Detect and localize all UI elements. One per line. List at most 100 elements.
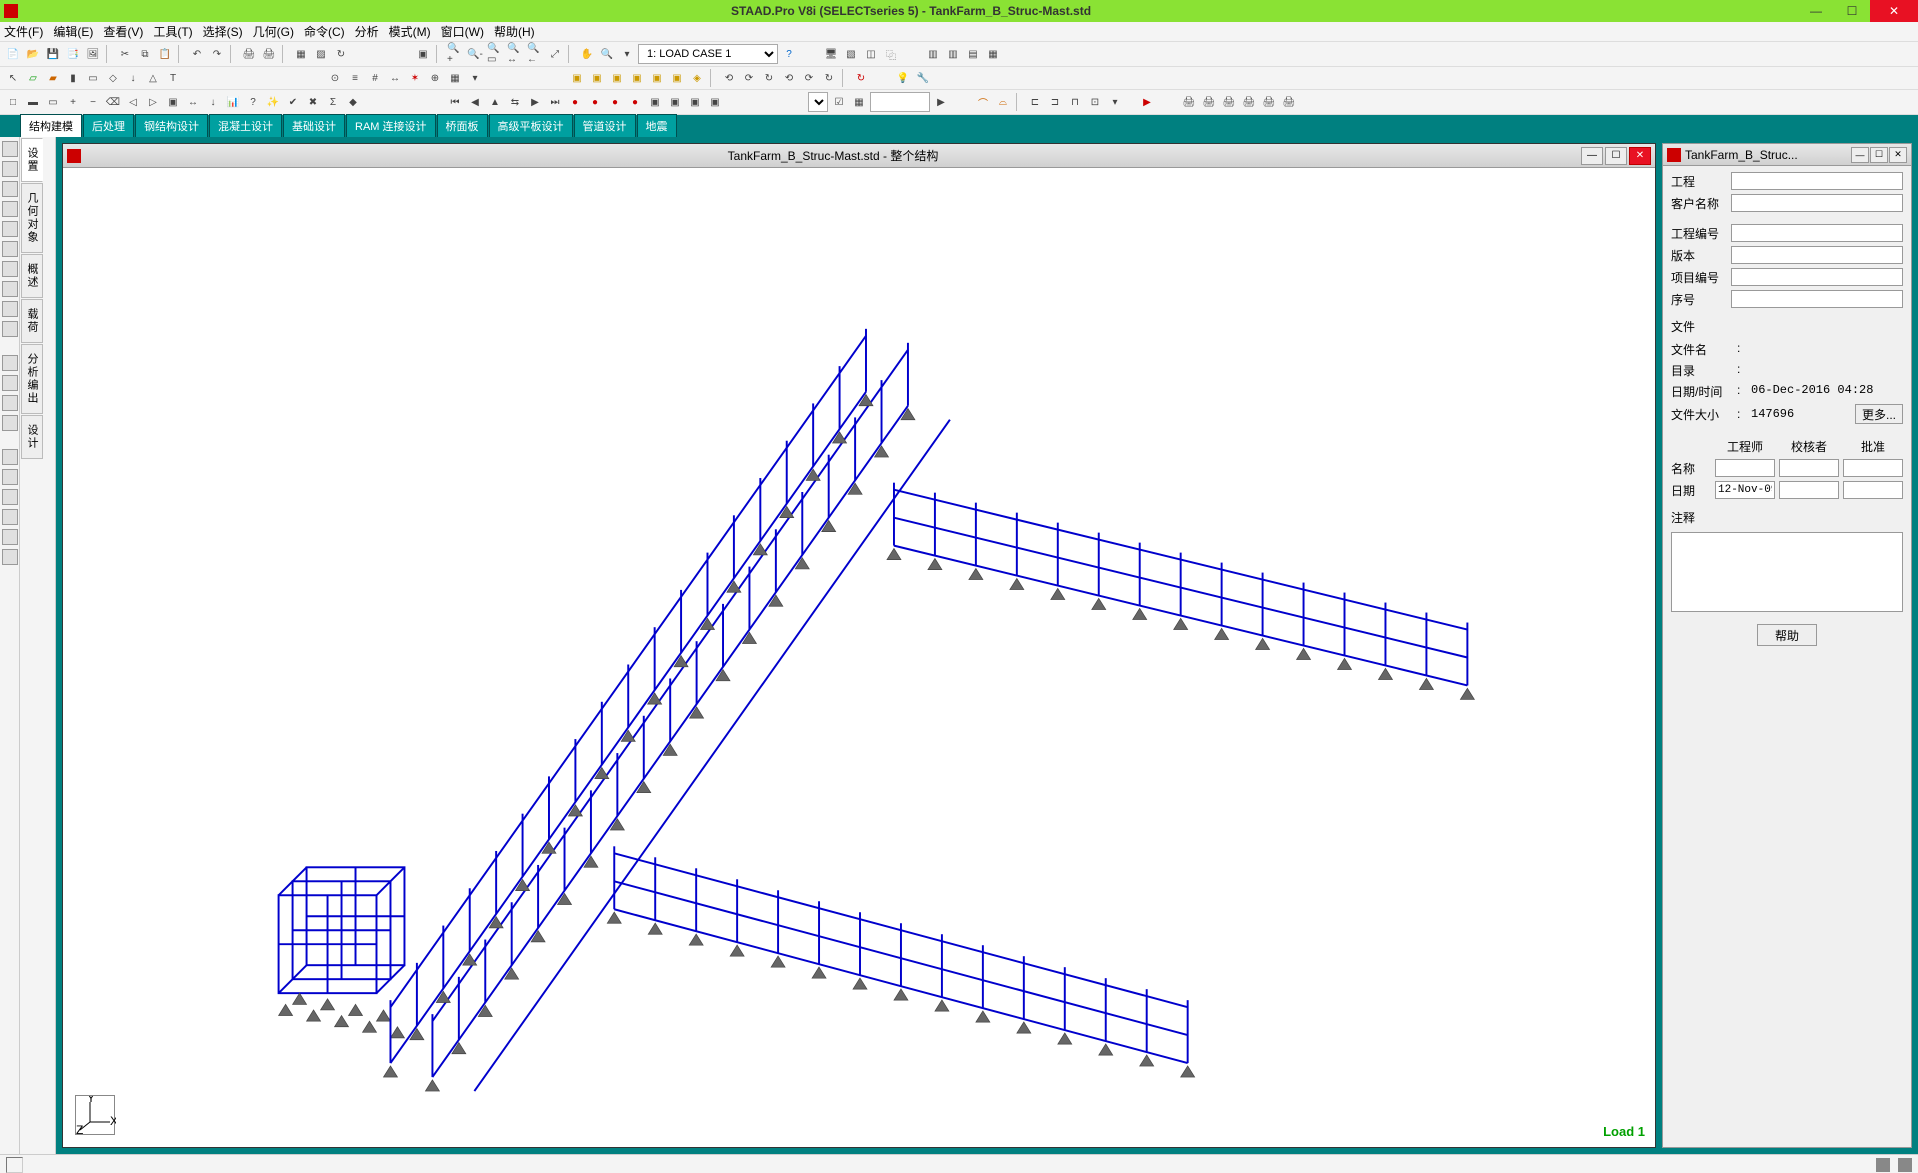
printpict-icon[interactable]: 🖨 <box>260 45 278 63</box>
ltool-11-icon[interactable] <box>2 355 18 371</box>
sections-icon[interactable]: # <box>366 69 384 87</box>
screen-icon[interactable]: 🖥 <box>822 45 840 63</box>
input-app-date[interactable] <box>1843 481 1903 499</box>
cross-icon[interactable]: ✖ <box>304 93 322 111</box>
select-all-icon[interactable]: ▣ <box>164 93 182 111</box>
menu-file[interactable]: 文件(F) <box>4 23 43 40</box>
status-icon-1[interactable] <box>1876 1158 1890 1172</box>
dropdown2-icon[interactable]: ▾ <box>466 69 484 87</box>
input-chk-name[interactable] <box>1779 459 1839 477</box>
rotate-icon[interactable]: ↻ <box>332 45 350 63</box>
symbols-plate-icon[interactable]: ▭ <box>44 93 62 111</box>
menu-window[interactable]: 窗口(W) <box>441 23 484 40</box>
select-range-icon[interactable]: ↔ <box>184 93 202 111</box>
seq-mode4-icon[interactable]: ▣ <box>706 93 724 111</box>
ltool-10-icon[interactable] <box>2 321 18 337</box>
menu-geometry[interactable]: 几何(G) <box>253 23 294 40</box>
render-icon[interactable]: ▧ <box>842 45 860 63</box>
menu-view[interactable]: 查看(V) <box>103 23 143 40</box>
symbols-node-icon[interactable]: □ <box>4 93 22 111</box>
node-label-icon[interactable]: ⊙ <box>326 69 344 87</box>
seq-mode1-icon[interactable]: ▣ <box>646 93 664 111</box>
view-front-icon[interactable]: ▣ <box>568 69 586 87</box>
zoom-window-icon[interactable]: 🔍▭ <box>486 45 504 63</box>
plate-cursor-icon[interactable]: ▰ <box>44 69 62 87</box>
small-input[interactable] <box>870 92 930 112</box>
ltool-18-icon[interactable] <box>2 509 18 525</box>
seq-l4-icon[interactable]: ● <box>626 93 644 111</box>
panel-close-button[interactable]: ✕ <box>1889 147 1907 163</box>
view-iso-icon[interactable]: ◈ <box>688 69 706 87</box>
picture-icon[interactable]: 🖼 <box>84 45 102 63</box>
view-left-icon[interactable]: ▣ <box>608 69 626 87</box>
model-maximize-button[interactable]: ☐ <box>1605 147 1627 165</box>
seq-l2-icon[interactable]: ● <box>586 93 604 111</box>
support-cursor-icon[interactable]: △ <box>144 69 162 87</box>
menu-analysis[interactable]: 分析 <box>355 23 379 40</box>
extra1-icon[interactable]: ◆ <box>344 93 362 111</box>
view3-icon[interactable]: ▦ <box>984 45 1002 63</box>
zoom-extents-icon[interactable]: ⤢ <box>546 45 564 63</box>
tab-earthquake[interactable]: 地震 <box>637 114 677 137</box>
model-viewport[interactable]: Y X Z Load 1 <box>63 168 1655 1147</box>
beam-cursor-icon[interactable]: ▱ <box>24 69 42 87</box>
new-icon[interactable]: 📄 <box>4 45 22 63</box>
input-chk-date[interactable] <box>1779 481 1839 499</box>
rot-xn-icon[interactable]: ⟲ <box>780 69 798 87</box>
seq-first-icon[interactable]: ⏮ <box>446 93 464 111</box>
ltool-20-icon[interactable] <box>2 549 18 565</box>
ltool-14-icon[interactable] <box>2 415 18 431</box>
seq-last-icon[interactable]: ⏭ <box>546 93 564 111</box>
vtab-analysis[interactable]: 分析编出 <box>21 344 43 414</box>
grid-icon[interactable]: ▦ <box>292 45 310 63</box>
loads-show-icon[interactable]: ↓ <box>204 93 222 111</box>
tab-postproc[interactable]: 后处理 <box>83 114 134 137</box>
seq-next-icon[interactable]: ▶ <box>526 93 544 111</box>
view-right-icon[interactable]: ▣ <box>628 69 646 87</box>
input-eng-name[interactable] <box>1715 459 1775 477</box>
ltool-9-icon[interactable] <box>2 301 18 317</box>
tab-bridge[interactable]: 桥面板 <box>437 114 488 137</box>
symbols-beam-icon[interactable]: ▬ <box>24 93 42 111</box>
tile-icon[interactable]: ◫ <box>862 45 880 63</box>
input-eng-date[interactable] <box>1715 481 1775 499</box>
query-icon[interactable]: ? <box>244 93 262 111</box>
tab-steel[interactable]: 钢结构设计 <box>135 114 208 137</box>
seq-l1-icon[interactable]: ● <box>566 93 584 111</box>
zoom-prev-icon[interactable]: 🔍← <box>526 45 544 63</box>
menu-mode[interactable]: 模式(M) <box>389 23 431 40</box>
tab-advslab[interactable]: 高级平板设计 <box>489 114 573 137</box>
pan-icon[interactable]: ✋ <box>578 45 596 63</box>
spin-icon[interactable]: ↻ <box>852 69 870 87</box>
input-projno[interactable] <box>1731 224 1903 242</box>
zoom-out-icon[interactable]: 🔍- <box>466 45 484 63</box>
results-icon[interactable]: 📊 <box>224 93 242 111</box>
view-back-icon[interactable]: ▣ <box>588 69 606 87</box>
input-itemno[interactable] <box>1731 268 1903 286</box>
textarea-notes[interactable] <box>1671 532 1903 612</box>
ltool-6-icon[interactable] <box>2 241 18 257</box>
input-project[interactable] <box>1731 172 1903 190</box>
view1-icon[interactable]: ▥ <box>944 45 962 63</box>
close-button[interactable]: ✕ <box>1870 0 1918 22</box>
surface-cursor-icon[interactable]: ▭ <box>84 69 102 87</box>
cascade-icon[interactable]: ⿻ <box>882 45 900 63</box>
ltool-7-icon[interactable] <box>2 261 18 277</box>
cut-icon[interactable]: ✂ <box>116 45 134 63</box>
menu-select[interactable]: 选择(S) <box>203 23 243 40</box>
origin-icon[interactable]: ⊕ <box>426 69 444 87</box>
input-client[interactable] <box>1731 194 1903 212</box>
grid2-icon[interactable]: ▦ <box>446 69 464 87</box>
vtab-general[interactable]: 概述 <box>21 254 43 298</box>
more-button[interactable]: 更多... <box>1855 404 1903 424</box>
panels-icon[interactable]: ▥ <box>924 45 942 63</box>
select-add-icon[interactable]: + <box>64 93 82 111</box>
text-cursor-icon[interactable]: T <box>164 69 182 87</box>
seq-mode2-icon[interactable]: ▣ <box>666 93 684 111</box>
input-seqno[interactable] <box>1731 290 1903 308</box>
view-bottom-icon[interactable]: ▣ <box>668 69 686 87</box>
ltool-8-icon[interactable] <box>2 281 18 297</box>
go-icon[interactable]: ▶ <box>932 93 950 111</box>
input-rev[interactable] <box>1731 246 1903 264</box>
model-minimize-button[interactable]: — <box>1581 147 1603 165</box>
